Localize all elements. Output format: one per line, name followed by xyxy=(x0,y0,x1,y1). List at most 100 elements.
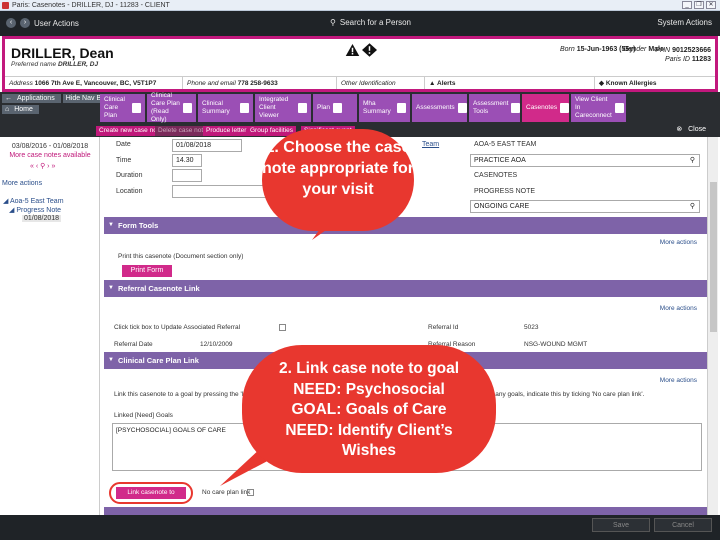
forward-icon[interactable]: › xyxy=(20,18,30,28)
phone-field: Phone and email 778 258-9633 xyxy=(183,77,337,89)
applications-button[interactable]: ← Applications xyxy=(2,94,61,103)
warning-triangle-icon xyxy=(345,44,360,56)
top-bar: ‹ › User Actions ⚲ Search for a Person S… xyxy=(0,11,720,36)
alerts-field[interactable]: ▲ Alerts xyxy=(425,77,595,89)
summary-icon xyxy=(240,103,249,113)
linked-goals-label: Linked [Need] Goals xyxy=(114,412,173,419)
cancel-button[interactable]: Cancel xyxy=(654,518,712,532)
date-input[interactable]: 01/08/2018 xyxy=(172,139,242,152)
practice-input[interactable]: PRACTICE AOA ⚲ xyxy=(470,154,700,167)
print-casenote-text: Print this casenote (Document section on… xyxy=(118,253,244,260)
team-label[interactable]: Team xyxy=(422,141,439,148)
next-section-header xyxy=(104,507,707,515)
document-icon xyxy=(132,103,141,113)
document-icon xyxy=(183,103,192,113)
back-icon[interactable]: ‹ xyxy=(6,18,16,28)
puzzle-icon xyxy=(333,103,343,113)
careplan-hint-b: to any goals, indicate this by ticking '… xyxy=(488,391,645,398)
ongoing-care-input[interactable]: ONGOING CARE ⚲ xyxy=(470,200,700,213)
pager-controls[interactable]: « ‹ ⚲ › » xyxy=(30,162,55,170)
date-label: Date xyxy=(116,141,131,148)
allergy-icon: ◆ xyxy=(599,80,604,87)
referral-link-header[interactable]: Referral Casenote Link xyxy=(104,280,707,297)
tab-assessment-tools[interactable]: Assessment Tools xyxy=(469,94,521,122)
time-input[interactable]: 14.30 xyxy=(172,154,202,167)
lookup-icon[interactable]: ⚲ xyxy=(690,155,695,166)
produce-letter-button[interactable]: Produce letter xyxy=(203,126,250,136)
search-person-link[interactable]: Search for a Person xyxy=(340,18,411,27)
people-icon xyxy=(614,103,624,113)
home-button[interactable]: ⌂ Home xyxy=(2,105,39,114)
referral-tick-text: Click tick box to Update Associated Refe… xyxy=(114,324,241,331)
callout-two: 2. Link case note to goal NEED: Psychoso… xyxy=(242,345,496,473)
tree-team[interactable]: ◢ Aoa-5 East Team xyxy=(3,197,64,205)
delete-case-note-button[interactable]: Delete case note xyxy=(155,126,210,136)
location-label: Location xyxy=(116,188,143,195)
close-window-icon[interactable]: ✕ xyxy=(706,1,716,9)
scrollbar-thumb[interactable] xyxy=(710,182,717,332)
form-tools-more-actions[interactable]: More actions xyxy=(660,239,697,246)
careplan-more-actions[interactable]: More actions xyxy=(660,377,697,384)
search-icon[interactable]: ⚲ xyxy=(330,18,336,27)
casenotes-value: CASENOTES xyxy=(474,172,518,179)
referral-checkbox[interactable] xyxy=(279,324,286,331)
tab-clinical-summary[interactable]: Clinical Summary xyxy=(198,94,254,122)
other-id-field: Other Identification xyxy=(337,77,425,89)
tab-clinical-care-plan[interactable]: Clinical Care Plan xyxy=(100,94,146,122)
tab-clinical-care-plan-read-only[interactable]: Clinical Care Plan (Read Only) xyxy=(147,92,197,123)
vertical-scrollbar[interactable] xyxy=(707,137,718,515)
close-icon: ⊗ xyxy=(676,126,683,133)
more-actions-link[interactable]: More actions xyxy=(2,180,42,187)
more-notes-label: More case notes available xyxy=(9,152,91,159)
callout-one: 1. Choose the case note appropriate for … xyxy=(262,129,414,231)
tab-assessments[interactable]: Assessments xyxy=(412,94,468,122)
time-label: Time xyxy=(116,157,132,164)
minimize-icon[interactable]: _ xyxy=(682,1,692,9)
window-title: Paris: Casenotes - DRILLER, DJ - 11283 -… xyxy=(12,2,170,9)
no-care-plan-label: No care plan link xyxy=(202,489,251,496)
tree-progress-note[interactable]: ◢ Progress Note xyxy=(9,206,61,214)
restore-icon[interactable]: ❐ xyxy=(694,1,704,9)
referral-date-value: 12/10/2009 xyxy=(200,341,233,348)
module-toolbar: ← Applications Hide Nav Bar ⌂ Home Clinic… xyxy=(0,92,720,124)
referral-date-label: Referral Date xyxy=(114,341,153,348)
location-input[interactable] xyxy=(172,185,272,198)
highlight-ring xyxy=(109,482,193,504)
print-form-button[interactable]: Print Form xyxy=(122,265,172,277)
preferred-name: Preferred name DRILLER, DJ xyxy=(11,61,99,68)
tab-integrated-client-viewer[interactable]: Integrated Client Viewer xyxy=(255,94,312,122)
careplan-hint-a: Link this casenote to a goal by pressing… xyxy=(114,391,254,398)
banner-detail-row: Address 1066 7th Ave E, Vancouver, BC, V… xyxy=(5,76,715,89)
patient-name: DRILLER, Dean xyxy=(11,45,114,61)
nav-controls: ← Applications Hide Nav Bar ⌂ Home xyxy=(2,94,111,116)
linked-goal-item: [PSYCHOSOCIAL] GOALS OF CARE xyxy=(116,427,226,434)
close-button[interactable]: ⊗ Close xyxy=(676,125,706,133)
team-value: AOA-5 EAST TEAM xyxy=(474,141,537,148)
viewer-icon xyxy=(298,103,307,113)
no-care-plan-checkbox[interactable] xyxy=(247,489,254,496)
tab-casenotes[interactable]: Casenotes xyxy=(522,94,570,122)
window-controls: _ ❐ ✕ xyxy=(682,1,716,9)
warning-diamond-icon xyxy=(362,43,377,57)
tree-date[interactable]: 01/08/2018 xyxy=(22,215,62,222)
duration-input[interactable] xyxy=(172,169,202,182)
tab-view-client-careconnect[interactable]: View Client In Careconnect xyxy=(571,94,627,122)
form-tools-header[interactable]: Form Tools xyxy=(104,217,707,234)
lookup-icon[interactable]: ⚲ xyxy=(690,201,695,212)
system-actions-menu[interactable]: System Actions xyxy=(657,18,712,27)
patient-banner: DRILLER, Dean Preferred name DRILLER, DJ… xyxy=(2,36,718,92)
referral-id-value: 5023 xyxy=(524,324,539,331)
allergies-field[interactable]: ◆ Known Allergies xyxy=(595,77,715,89)
warning-icons xyxy=(345,43,377,57)
user-actions-menu[interactable]: User Actions xyxy=(34,19,79,28)
duration-label: Duration xyxy=(116,172,143,179)
address-field: Address 1066 7th Ave E, Vancouver, BC, V… xyxy=(5,77,183,89)
tab-mha-summary[interactable]: Mha Summary xyxy=(359,94,411,122)
referral-id-label: Referral Id xyxy=(428,324,459,331)
casenote-icon xyxy=(560,103,570,113)
save-button[interactable]: Save xyxy=(592,518,650,532)
referral-more-actions[interactable]: More actions xyxy=(660,305,697,312)
clipboard-icon xyxy=(457,103,467,113)
tab-plan[interactable]: Plan xyxy=(313,94,358,122)
referral-reason-value: NSG-WOUND MGMT xyxy=(524,341,588,348)
